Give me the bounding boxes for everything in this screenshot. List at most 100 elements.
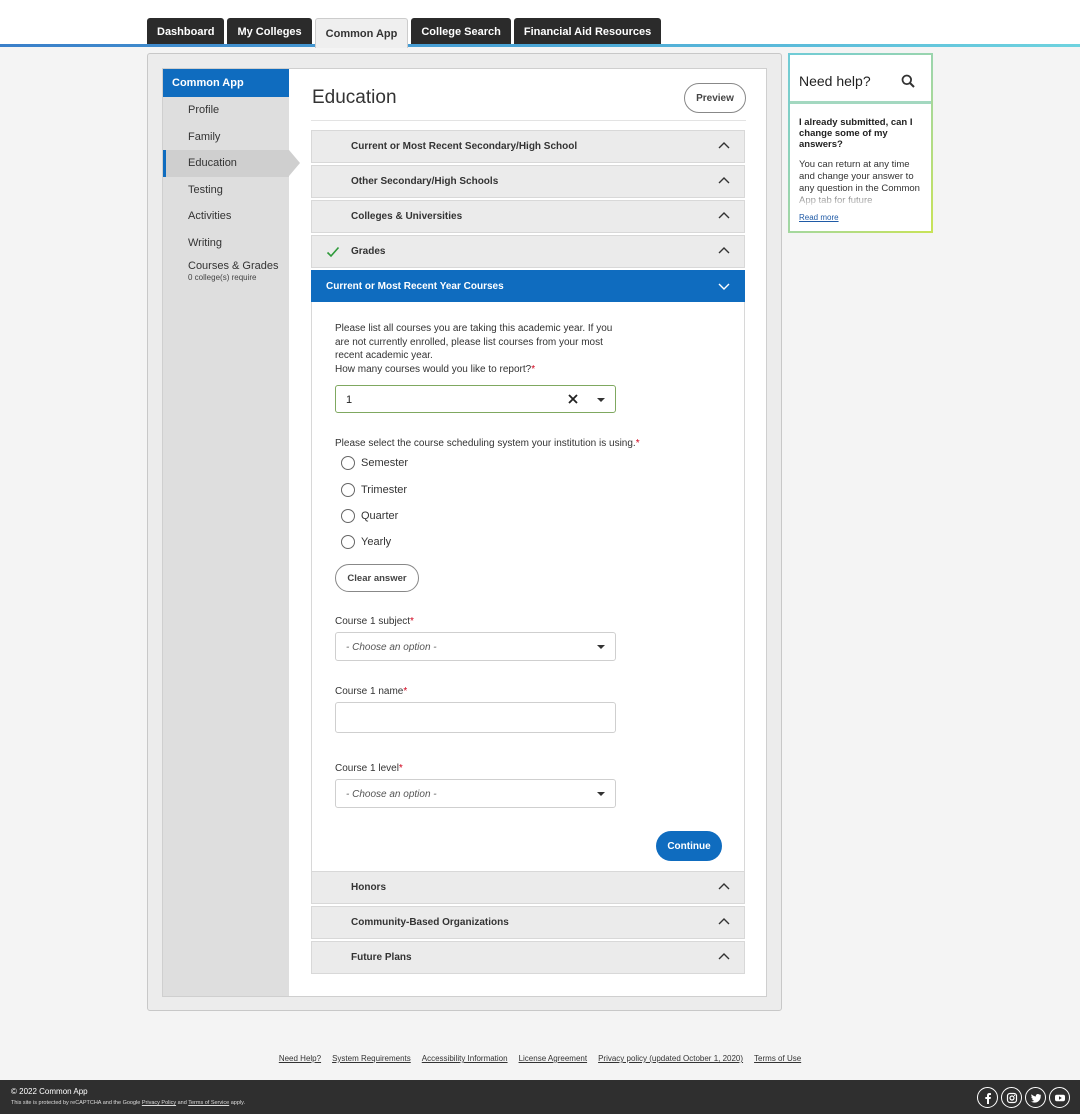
radio-circle[interactable] xyxy=(341,483,355,497)
course-subject-label-text: Course 1 subject xyxy=(335,616,411,627)
required-marker: * xyxy=(635,438,640,449)
course-level-label: Course 1 level* xyxy=(335,763,403,774)
nav-divider xyxy=(0,44,1080,47)
footer-link-accessibility[interactable]: Accessibility Information xyxy=(422,1054,508,1063)
sidebar-item-writing[interactable]: Writing xyxy=(163,230,289,257)
sidebar: Common App Profile Family Education Test… xyxy=(163,69,300,996)
search-icon[interactable] xyxy=(901,74,915,88)
sidebar-item-testing[interactable]: Testing xyxy=(163,177,289,204)
sidebar-item-family[interactable]: Family xyxy=(163,124,289,151)
course-count-select[interactable]: 1 xyxy=(335,385,616,413)
section-label: Other Secondary/High Schools xyxy=(351,176,499,187)
continue-button[interactable]: Continue xyxy=(656,831,722,861)
tab-college-search[interactable]: College Search xyxy=(411,18,511,45)
footer-link-license[interactable]: License Agreement xyxy=(519,1054,588,1063)
radio-quarter[interactable]: Quarter xyxy=(341,508,398,524)
captcha-text: This site is protected by reCAPTCHA and … xyxy=(11,1100,142,1106)
section-current-year-courses[interactable]: Current or Most Recent Year Courses xyxy=(311,270,745,302)
footer-bar: © 2022 Common App This site is protected… xyxy=(0,1080,1080,1114)
radio-trimester[interactable]: Trimester xyxy=(341,482,407,498)
sidebar-item-label: Testing xyxy=(188,183,223,196)
tab-my-colleges[interactable]: My Colleges xyxy=(227,18,312,45)
radio-circle[interactable] xyxy=(341,509,355,523)
recaptcha-notice: This site is protected by reCAPTCHA and … xyxy=(11,1100,245,1106)
caret-down-icon xyxy=(597,792,605,796)
tab-financial-aid-resources[interactable]: Financial Aid Resources xyxy=(513,18,662,45)
captcha-text: apply. xyxy=(229,1100,245,1106)
course-level-select[interactable]: - Choose an option - xyxy=(335,779,616,808)
chevron-up-icon xyxy=(718,247,730,254)
clear-icon[interactable] xyxy=(567,393,579,405)
chevron-up-icon xyxy=(718,883,730,890)
sidebar-item-sublabel: 0 college(s) require xyxy=(188,273,257,282)
clear-answer-button[interactable]: Clear answer xyxy=(335,564,419,592)
schedule-label-text: Please select the course scheduling syst… xyxy=(335,438,636,449)
chevron-up-icon xyxy=(718,918,730,925)
radio-label: Quarter xyxy=(361,510,399,522)
course-name-input[interactable] xyxy=(335,702,616,733)
twitter-icon[interactable] xyxy=(1025,1087,1046,1108)
radio-label: Yearly xyxy=(361,536,392,548)
sidebar-item-label: Activities xyxy=(188,210,232,223)
radio-semester[interactable]: Semester xyxy=(341,455,408,471)
sidebar-item-label: Writing xyxy=(188,236,223,249)
application-content: Common App Profile Family Education Test… xyxy=(162,68,767,997)
required-marker: * xyxy=(531,363,536,375)
section-label: Colleges & Universities xyxy=(351,211,463,222)
footer-link-system-requirements[interactable]: System Requirements xyxy=(332,1054,411,1063)
section-label: Future Plans xyxy=(351,952,412,963)
help-title: Need help? xyxy=(799,73,871,89)
read-more-link[interactable]: Read more xyxy=(799,213,839,222)
help-box-inner: Need help? I already submitted, can I ch… xyxy=(790,55,931,231)
chevron-up-icon xyxy=(718,142,730,149)
section-label: Current or Most Recent Year Courses xyxy=(326,280,504,292)
footer-link-need-help[interactable]: Need Help? xyxy=(279,1054,321,1063)
caret-down-icon xyxy=(597,398,605,402)
course-count-label: How many courses would you like to repor… xyxy=(335,363,532,375)
checkmark-icon xyxy=(326,246,340,258)
course-name-label: Course 1 name* xyxy=(335,686,407,697)
section-grades[interactable]: Grades xyxy=(311,235,745,268)
radio-circle[interactable] xyxy=(341,535,355,549)
section-honors[interactable]: Honors xyxy=(311,871,745,904)
sidebar-item-education[interactable]: Education xyxy=(163,150,300,177)
facebook-icon[interactable] xyxy=(977,1087,998,1108)
sidebar-item-label: Family xyxy=(188,130,221,143)
section-other-high-schools[interactable]: Other Secondary/High Schools xyxy=(311,165,745,198)
sidebar-item-courses-grades[interactable]: Courses & Grades 0 college(s) require xyxy=(163,256,289,286)
chevron-up-icon xyxy=(718,212,730,219)
section-community-organizations[interactable]: Community-Based Organizations xyxy=(311,906,745,939)
course-level-label-text: Course 1 level xyxy=(335,763,399,774)
help-answer-fade xyxy=(799,193,923,207)
top-navigation: Dashboard My Colleges Common App College… xyxy=(0,0,1080,48)
course-subject-select[interactable]: - Choose an option - xyxy=(335,632,616,661)
preview-button[interactable]: Preview xyxy=(684,83,746,113)
sidebar-item-profile[interactable]: Profile xyxy=(163,97,289,124)
application-panel: Common App Profile Family Education Test… xyxy=(147,53,782,1011)
form-intro: Please list all courses you are taking t… xyxy=(335,322,615,376)
section-current-high-school[interactable]: Current or Most Recent Secondary/High Sc… xyxy=(311,130,745,163)
radio-yearly[interactable]: Yearly xyxy=(341,534,391,550)
course-subject-placeholder: - Choose an option - xyxy=(346,642,437,653)
section-colleges-universities[interactable]: Colleges & Universities xyxy=(311,200,745,233)
instagram-icon[interactable] xyxy=(1001,1087,1022,1108)
section-future-plans[interactable]: Future Plans xyxy=(311,941,745,974)
tab-common-app[interactable]: Common App xyxy=(314,18,409,48)
footer-link-privacy[interactable]: Privacy policy (updated October 1, 2020) xyxy=(598,1054,743,1063)
sidebar-item-activities[interactable]: Activities xyxy=(163,203,289,230)
captcha-privacy-link[interactable]: Privacy Policy xyxy=(142,1100,176,1106)
captcha-terms-link[interactable]: Terms of Service xyxy=(188,1100,229,1106)
sidebar-item-label: Education xyxy=(188,157,237,170)
sidebar-header: Common App xyxy=(163,69,289,97)
title-row: Education Preview xyxy=(311,83,746,121)
youtube-icon[interactable] xyxy=(1049,1087,1070,1108)
course-count-value: 1 xyxy=(346,394,353,406)
tab-dashboard[interactable]: Dashboard xyxy=(147,18,225,45)
caret-down-icon xyxy=(597,645,605,649)
radio-circle[interactable] xyxy=(341,456,355,470)
footer-link-terms[interactable]: Terms of Use xyxy=(754,1054,801,1063)
sidebar-item-label: Profile xyxy=(188,104,220,117)
copyright: © 2022 Common App xyxy=(11,1087,88,1096)
radio-label: Trimester xyxy=(361,484,408,496)
current-year-courses-form: Please list all courses you are taking t… xyxy=(311,302,745,872)
